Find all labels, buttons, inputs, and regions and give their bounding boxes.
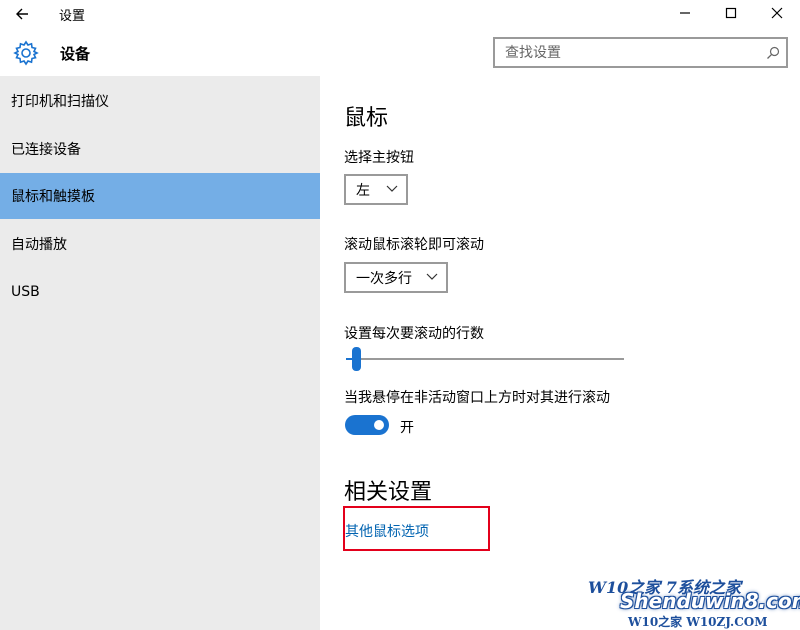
window-title: 设置 — [59, 9, 86, 24]
search-input[interactable] — [495, 39, 745, 66]
sidebar-item-label: 已连接设备 — [11, 142, 81, 158]
scroll-mode-select[interactable]: 一次多行 — [344, 262, 448, 293]
inactive-scroll-toggle[interactable] — [345, 415, 389, 435]
sidebar-item-label: 打印机和扫描仪 — [11, 94, 109, 110]
related-settings-title: 相关设置 — [344, 480, 433, 505]
sidebar: 打印机和扫描仪 已连接设备 鼠标和触摸板 自动播放 USB — [0, 76, 320, 630]
scroll-lines-slider-thumb[interactable] — [352, 347, 361, 371]
page-title: 设备 — [60, 45, 91, 63]
chevron-down-icon — [386, 185, 398, 192]
minimize-button[interactable] — [662, 0, 708, 26]
gear-icon — [13, 40, 39, 66]
back-button[interactable] — [12, 3, 36, 25]
sidebar-item-label: 自动播放 — [11, 237, 67, 253]
search-icon[interactable] — [766, 46, 780, 60]
scroll-lines-slider-track[interactable] — [346, 358, 624, 360]
close-icon — [771, 7, 783, 19]
primary-button-label: 选择主按钮 — [344, 150, 414, 166]
sidebar-item-mouse-touchpad[interactable]: 鼠标和触摸板 — [0, 173, 320, 219]
watermark-site-text: Shenduwin8.com — [620, 589, 800, 613]
sidebar-item-printers[interactable]: 打印机和扫描仪 — [0, 78, 320, 124]
primary-button-select[interactable]: 左 — [344, 174, 408, 205]
title-bar: 设置 — [0, 0, 800, 28]
primary-button-value: 左 — [356, 182, 370, 199]
sidebar-item-connected-devices[interactable]: 已连接设备 — [0, 126, 320, 172]
sidebar-item-label: USB — [11, 284, 40, 300]
sidebar-item-label: 鼠标和触摸板 — [11, 189, 95, 205]
mouse-section-title: 鼠标 — [344, 106, 389, 131]
sidebar-item-autoplay[interactable]: 自动播放 — [0, 221, 320, 267]
minimize-icon — [680, 12, 690, 14]
toggle-state-label: 开 — [400, 420, 414, 436]
search-box[interactable] — [493, 37, 788, 68]
sidebar-item-usb[interactable]: USB — [0, 269, 320, 315]
highlight-annotation-box — [343, 506, 490, 551]
close-button[interactable] — [754, 0, 800, 26]
chevron-down-icon — [426, 273, 438, 280]
maximize-button[interactable] — [708, 0, 754, 26]
scroll-lines-label: 设置每次要滚动的行数 — [344, 326, 484, 342]
scroll-mode-label: 滚动鼠标滚轮即可滚动 — [344, 237, 484, 253]
toggle-knob — [374, 420, 384, 430]
inactive-scroll-label: 当我悬停在非活动窗口上方时对其进行滚动 — [344, 390, 610, 406]
watermark-sub-text: W10之家 W10ZJ.COM — [628, 615, 768, 629]
maximize-icon — [725, 7, 737, 19]
back-arrow-icon — [16, 8, 28, 20]
scroll-mode-value: 一次多行 — [356, 270, 412, 287]
